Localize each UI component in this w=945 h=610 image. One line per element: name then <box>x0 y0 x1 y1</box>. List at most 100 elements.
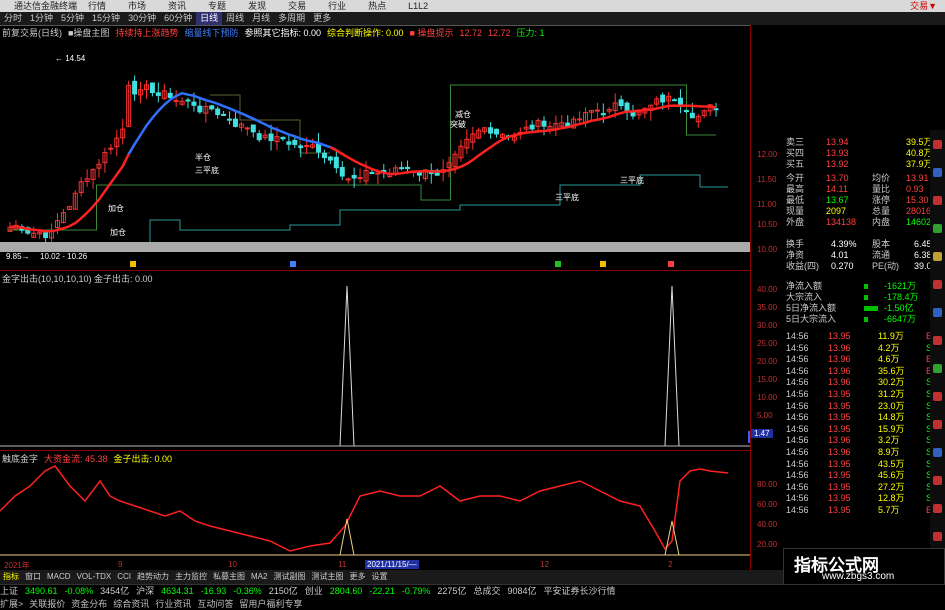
price-axis-label: 10.00 <box>757 245 778 254</box>
trend-line-up <box>329 104 717 176</box>
side-tool-icon[interactable] <box>933 280 942 289</box>
tick-cell: 23.0万 <box>878 400 905 411</box>
candle-body <box>327 156 333 161</box>
side-tool-icon[interactable] <box>933 476 942 485</box>
tick-cell: 14:56 <box>786 423 809 434</box>
signal-annotation: 减仓 <box>455 109 471 119</box>
indicator-tab[interactable]: 测试主图 <box>308 570 346 584</box>
menu-item[interactable]: 资讯 <box>168 1 186 11</box>
indicator-tab[interactable]: MA2 <box>248 570 270 584</box>
side-tool-icon[interactable] <box>933 532 942 541</box>
tick-cell: 14:56 <box>786 377 809 388</box>
tick-cell: 13.95 <box>828 412 851 423</box>
indicator-tab[interactable]: 私募主图 <box>210 570 248 584</box>
stat-cell: 股本 <box>872 239 891 249</box>
period-tab[interactable]: 5分钟 <box>57 12 88 25</box>
indicator-tab[interactable]: 指标 <box>0 570 22 584</box>
event-marker[interactable] <box>555 261 561 267</box>
sub-chart-1[interactable]: 金字出击(10,10,10,10) 金子出击: 0.00 <box>0 270 750 451</box>
tick-cell: 14:56 <box>786 447 809 457</box>
signal-annotation: 半仓 <box>195 152 211 162</box>
candle-body <box>227 118 233 121</box>
side-tool-icon[interactable] <box>933 140 942 149</box>
indicator-tab[interactable]: 更多 <box>346 570 368 584</box>
signal-annotation: 三平底 <box>195 165 219 175</box>
fund-flow-bar <box>864 284 868 289</box>
period-tab[interactable]: 周线 <box>222 12 248 25</box>
period-tab[interactable]: 月线 <box>248 12 274 25</box>
info-tab[interactable]: 留用户福利专享 <box>239 599 302 609</box>
sub-chart-2[interactable]: 触底金字 大资金流: 45.38 金子出击: 0.00 <box>0 450 750 561</box>
side-tool-icon[interactable] <box>933 504 942 513</box>
side-tool-icon[interactable] <box>933 224 942 233</box>
side-tool-icon[interactable] <box>933 448 942 457</box>
info-tab[interactable]: 综合资讯 <box>113 599 149 609</box>
tick-cell: 13.95 <box>828 331 851 341</box>
info-tab[interactable]: 互动问答 <box>197 599 233 609</box>
sub1-chart[interactable] <box>0 271 750 451</box>
side-tool-icon[interactable] <box>933 364 942 373</box>
indicator-tab[interactable]: 趋势动力 <box>134 570 172 584</box>
side-tool-icon[interactable] <box>933 392 942 401</box>
period-tab[interactable]: 15分钟 <box>88 12 124 25</box>
index-ticker-item: 3454亿 <box>100 586 130 596</box>
period-tab[interactable]: 30分钟 <box>124 12 160 25</box>
period-tab[interactable]: 60分钟 <box>160 12 196 25</box>
tick-cell: 13.95 <box>828 458 851 469</box>
order-price: 13.93 <box>826 148 849 158</box>
info-tab[interactable]: 资金分布 <box>71 599 107 609</box>
tick-cell: 13.96 <box>828 447 851 457</box>
stat-cell: 0.270 <box>831 261 854 271</box>
signal-annotation: 三平底 <box>555 192 579 202</box>
stat-cell: 涨停 <box>872 195 891 205</box>
indicator-tab[interactable]: MACD <box>44 570 74 584</box>
indicator-tab[interactable]: 窗口 <box>22 570 44 584</box>
side-tool-icon[interactable] <box>933 168 942 177</box>
price-axis-label: 12.00 <box>757 150 778 159</box>
event-marker[interactable] <box>290 261 296 267</box>
side-tool-icon[interactable] <box>933 252 942 261</box>
order-level: 买四 <box>786 148 805 158</box>
period-tab[interactable]: 更多 <box>309 12 335 25</box>
side-tool-icon[interactable] <box>933 196 942 205</box>
menu-item[interactable]: 行业 <box>328 1 346 11</box>
info-tab[interactable]: 关联报价 <box>29 599 65 609</box>
event-marker[interactable] <box>600 261 606 267</box>
side-tool-icon[interactable] <box>933 308 942 317</box>
candle-body <box>321 152 327 159</box>
main-chart[interactable]: 前复交易(日线) ■操盘主图 持续持上涨趋势 缩量线下预防 参照其它指标: 0.00 综合… <box>0 25 750 270</box>
side-tool-icon[interactable] <box>933 336 942 345</box>
period-tab[interactable]: 分时 <box>0 12 26 25</box>
menu-item[interactable]: 专题 <box>208 1 226 11</box>
event-marker[interactable] <box>130 261 136 267</box>
period-tab[interactable]: 多周期 <box>274 12 309 25</box>
info-tab[interactable]: 行业资讯 <box>155 599 191 609</box>
tick-cell: 14:56 <box>786 481 809 492</box>
menu-item[interactable]: L1L2 <box>408 1 428 11</box>
sub2-chart[interactable] <box>0 451 750 561</box>
signal-annotation: 加仓 <box>108 203 124 213</box>
indicator-tab[interactable]: VOL-TDX <box>74 570 115 584</box>
candle-body <box>280 136 286 140</box>
period-tab[interactable]: 日线 <box>196 12 223 25</box>
indicator-tab[interactable]: 测试副图 <box>270 570 308 584</box>
indicator-tab[interactable]: 设置 <box>368 570 390 584</box>
menu-item[interactable]: 热点 <box>368 1 386 11</box>
signal-annotation: 加仓 <box>110 227 126 237</box>
menu-item[interactable]: 行情 <box>88 1 106 11</box>
period-tab[interactable]: 1分钟 <box>26 12 57 25</box>
menu-item[interactable]: 市场 <box>128 1 146 11</box>
x-axis-label: 12 <box>540 560 549 569</box>
indicator-tab[interactable]: 主力监控 <box>172 570 210 584</box>
tick-cell: 13.95 <box>828 470 851 481</box>
side-tool-icon[interactable] <box>933 420 942 429</box>
candlestick-chart[interactable]: ← 14.549.85→ 10.02 - 10.26加仓半仓三平底三平底三平底突破… <box>0 25 750 270</box>
title-bar: 通达信金融终端 行情 市场 资讯 专题 发现 交易 行业 热点 L1L2 交易▼ <box>0 0 945 12</box>
menu-item[interactable]: 发现 <box>248 1 266 11</box>
menu-item[interactable]: 交易 <box>288 1 306 11</box>
trade-menu[interactable]: 交易▼ <box>910 0 937 12</box>
indicator-tab[interactable]: CCI <box>114 570 134 584</box>
event-marker[interactable] <box>668 261 674 267</box>
info-tab[interactable]: 扩展> <box>0 599 23 609</box>
candle-body <box>333 156 339 169</box>
